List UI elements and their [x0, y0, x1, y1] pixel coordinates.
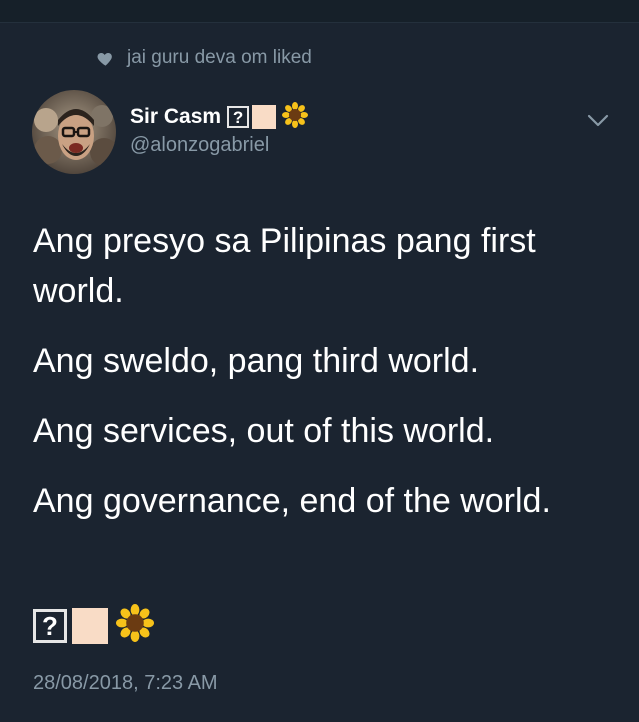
social-context-text: jai guru deva om liked — [127, 47, 312, 68]
tweet-timestamp[interactable]: 28/08/2018, 7:23 AM — [33, 672, 218, 695]
avatar-image — [32, 90, 116, 174]
tweet-paragraph: Ang governance, end of the world. — [33, 482, 551, 520]
chevron-down-icon[interactable] — [586, 108, 610, 132]
tweet-paragraph: Ang presyo sa Pilipinas pang first world… — [33, 222, 536, 310]
tweet-paragraph: Ang services, out of this world. — [33, 412, 495, 450]
avatar[interactable] — [32, 90, 116, 174]
heart-icon — [97, 52, 112, 66]
unknown-emoji-box: ? — [33, 608, 67, 643]
social-context[interactable]: jai guru deva om liked — [96, 46, 312, 70]
author-name-row[interactable]: Sir Casm ? — [130, 101, 309, 133]
sunflower-icon — [282, 101, 309, 133]
skin-tone-swatch — [72, 607, 108, 644]
tweet-emoji-row: ? — [33, 604, 154, 647]
tweet-paragraph: Ang sweldo, pang third world. — [33, 342, 480, 380]
skin-tone-swatch — [252, 105, 277, 129]
sunflower-icon — [116, 604, 154, 647]
top-bar — [0, 0, 639, 23]
unknown-emoji-box: ? — [227, 106, 250, 128]
tweet-text: Ang presyo sa Pilipinas pang first world… — [33, 216, 603, 546]
username-handle[interactable]: @alonzogabriel — [130, 134, 269, 157]
display-name[interactable]: Sir Casm — [130, 105, 221, 129]
